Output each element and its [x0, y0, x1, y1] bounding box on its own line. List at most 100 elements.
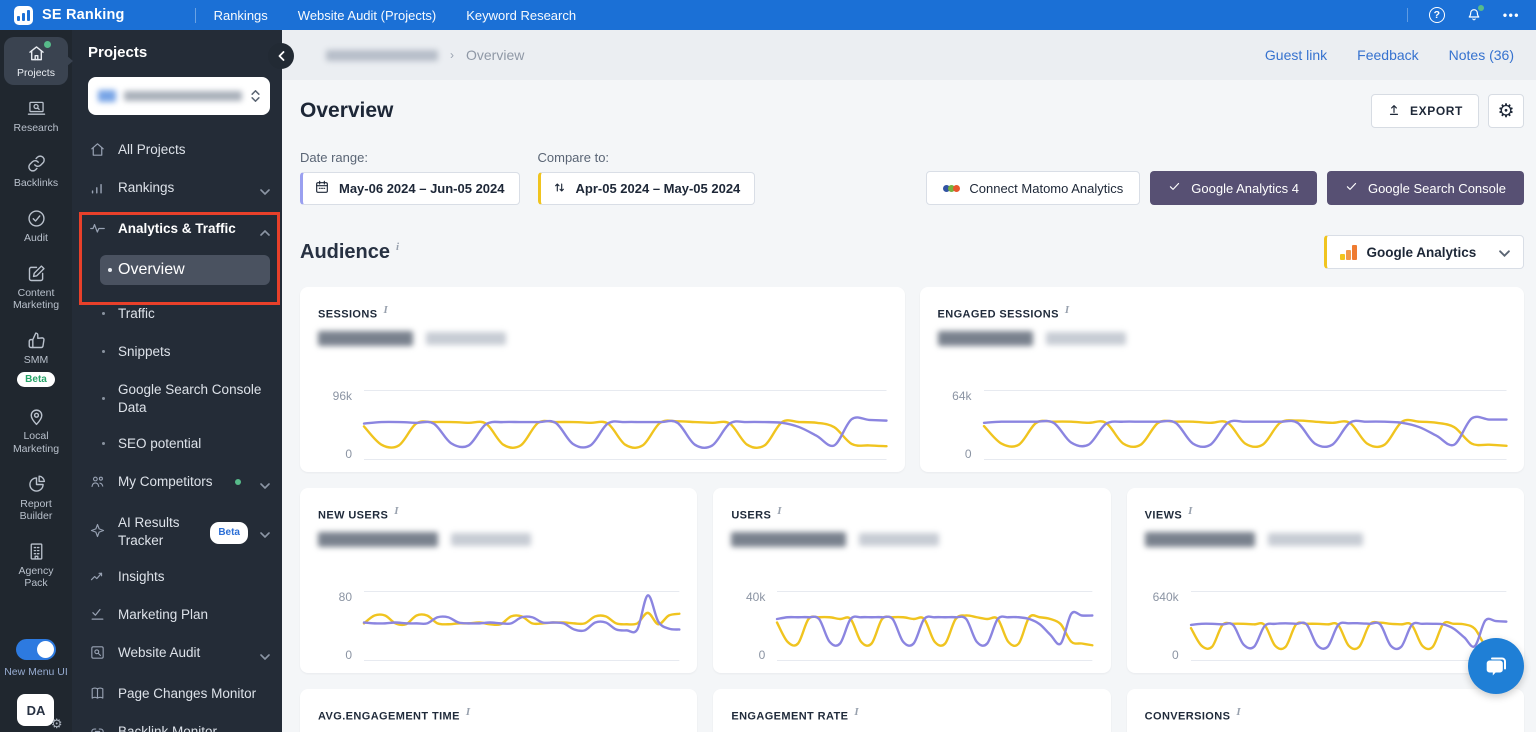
card-title: NEW USERS i [318, 505, 399, 522]
sidebar-item-insights[interactable]: Insights [88, 568, 270, 586]
value-redacted [318, 331, 413, 347]
value-redacted [1144, 532, 1255, 548]
sidebar-item-traffic[interactable]: Traffic [88, 305, 270, 323]
chat-widget-button[interactable] [1468, 638, 1524, 694]
info-icon: i [1064, 304, 1070, 316]
date-range-select[interactable]: May-06 2024 – Jun-05 2024 [300, 172, 520, 205]
y-axis-labels: 64k 0 [952, 389, 972, 461]
export-button[interactable]: EXPORT [1371, 94, 1479, 128]
bullet [102, 442, 105, 445]
more-menu-icon[interactable]: ••• [1503, 8, 1520, 22]
thumbs-up-icon [26, 330, 47, 351]
sessions-card: SESSIONS i 96k 0 [300, 287, 905, 472]
info-icon: i [1236, 706, 1242, 718]
sidebar-item-snippets[interactable]: Snippets [88, 343, 270, 361]
topnav-item-website-audit[interactable]: Website Audit (Projects) [298, 8, 436, 23]
chevron-down-icon [260, 644, 270, 665]
rail-item-local-marketing[interactable]: Local Marketing [4, 400, 68, 460]
sidebar-item-analytics-traffic[interactable]: Analytics & Traffic [88, 220, 270, 241]
project-selector[interactable] [88, 77, 270, 115]
rail-item-smm[interactable]: SMM Beta [4, 324, 68, 393]
card-title: ENGAGED SESSIONS i [937, 304, 1070, 321]
info-icon: i [465, 706, 471, 718]
change-redacted [1045, 332, 1126, 346]
value-redacted [937, 331, 1033, 347]
sidebar-item-marketing-plan[interactable]: Marketing Plan [88, 606, 270, 624]
page-title: Overview [300, 99, 394, 122]
divider [194, 7, 196, 23]
sidebar-item-ai-results-tracker[interactable]: AI Results Tracker Beta [88, 514, 270, 550]
rail-item-agency-pack[interactable]: Agency Pack [4, 535, 68, 595]
notifications-bell-icon[interactable] [1466, 5, 1484, 23]
rail-item-report-builder[interactable]: Report Builder [4, 468, 68, 528]
y-axis-labels: 640k 0 [1152, 590, 1179, 662]
pie-chart-icon [26, 474, 47, 495]
settings-button[interactable]: ⚙ [1488, 94, 1524, 128]
y-axis-labels: 80 0 [338, 590, 352, 662]
avatar[interactable]: DA [17, 694, 55, 726]
sidebar-item-my-competitors[interactable]: My Competitors [88, 473, 270, 494]
new-users-card: NEW USERS i 80 0 [300, 488, 698, 673]
check-icon [1168, 180, 1181, 196]
y-axis-labels: 96k 0 [332, 389, 352, 461]
breadcrumb-project-redacted [326, 49, 438, 61]
chevron-down-icon [1499, 245, 1510, 260]
bullet [108, 268, 112, 272]
new-users-line-chart [362, 591, 681, 661]
rail-item-content-marketing[interactable]: Content Marketing [4, 257, 68, 317]
breadcrumb-current: Overview [466, 47, 525, 63]
sidebar-item-overview[interactable]: Overview [100, 255, 270, 285]
rail-item-research[interactable]: Research [4, 92, 68, 140]
rail-item-projects[interactable]: Projects [4, 37, 68, 86]
analytics-source-select[interactable]: Google Analytics [1324, 235, 1524, 269]
guest-link[interactable]: Guest link [1265, 47, 1327, 63]
compare-select[interactable]: Apr-05 2024 – May-05 2024 [537, 172, 756, 205]
brand[interactable]: SE Ranking [0, 5, 125, 25]
new-menu-ui-toggle[interactable] [15, 639, 56, 660]
main-area: › Overview Guest link Feedback Notes (36… [268, 30, 1536, 732]
sidebar-item-page-changes-monitor[interactable]: Page Changes Monitor [88, 685, 270, 703]
info-icon: i [383, 304, 389, 316]
home-icon [88, 141, 106, 158]
sidebar-item-website-audit[interactable]: Website Audit [88, 644, 270, 665]
rail-item-audit[interactable]: Audit [4, 202, 68, 250]
icon-rail: Projects Research Backlinks Audit Conten… [0, 30, 72, 732]
users-line-chart [776, 591, 1094, 661]
project-name-redacted [124, 91, 242, 101]
toggle-label: New Menu UI [4, 666, 68, 678]
info-icon: i [396, 240, 400, 253]
edit-icon [26, 263, 47, 284]
feedback-link[interactable]: Feedback [1357, 47, 1418, 63]
sidebar-item-rankings[interactable]: Rankings [88, 179, 270, 200]
value-redacted [318, 532, 438, 548]
topnav-links: Rankings Website Audit (Projects) Keywor… [214, 8, 577, 23]
bullet [102, 312, 105, 315]
topnav-item-keyword-research[interactable]: Keyword Research [466, 8, 576, 23]
card-title: CONVERSIONS i [1144, 706, 1242, 723]
red-annotation-box: Analytics & Traffic Overview [79, 212, 280, 305]
views-card: VIEWS i 640k 0 [1126, 488, 1524, 673]
sessions-line-chart [362, 390, 888, 460]
sidebar-collapse-button[interactable] [268, 43, 294, 69]
connect-matomo-button[interactable]: Connect Matomo Analytics [926, 171, 1141, 205]
info-icon: i [854, 706, 860, 718]
building-icon [26, 541, 47, 562]
topnav-item-rankings[interactable]: Rankings [214, 8, 268, 23]
sort-chevrons-icon [251, 90, 260, 102]
beta-badge: Beta [17, 372, 55, 388]
notes-link[interactable]: Notes (36) [1449, 47, 1514, 63]
chevron-down-icon [260, 514, 270, 543]
engaged-sessions-line-chart [982, 390, 1508, 460]
sidebar-item-seo-potential[interactable]: SEO potential [88, 435, 270, 453]
sidebar-item-backlink-monitor[interactable]: Backlink Monitor [88, 723, 270, 732]
people-icon [88, 473, 106, 490]
help-icon[interactable]: ? [1428, 7, 1445, 23]
rail-item-backlinks[interactable]: Backlinks [4, 147, 68, 195]
google-search-console-button[interactable]: Google Search Console [1326, 171, 1524, 205]
gear-icon: ⚙ [1497, 100, 1515, 122]
google-analytics-4-button[interactable]: Google Analytics 4 [1150, 171, 1317, 205]
location-pin-icon [26, 406, 47, 427]
sidebar-item-gsc-data[interactable]: Google Search Console Data [88, 381, 270, 417]
settings-gear-icon[interactable]: ⚙ [51, 716, 63, 732]
sidebar-item-all-projects[interactable]: All Projects [88, 141, 270, 159]
